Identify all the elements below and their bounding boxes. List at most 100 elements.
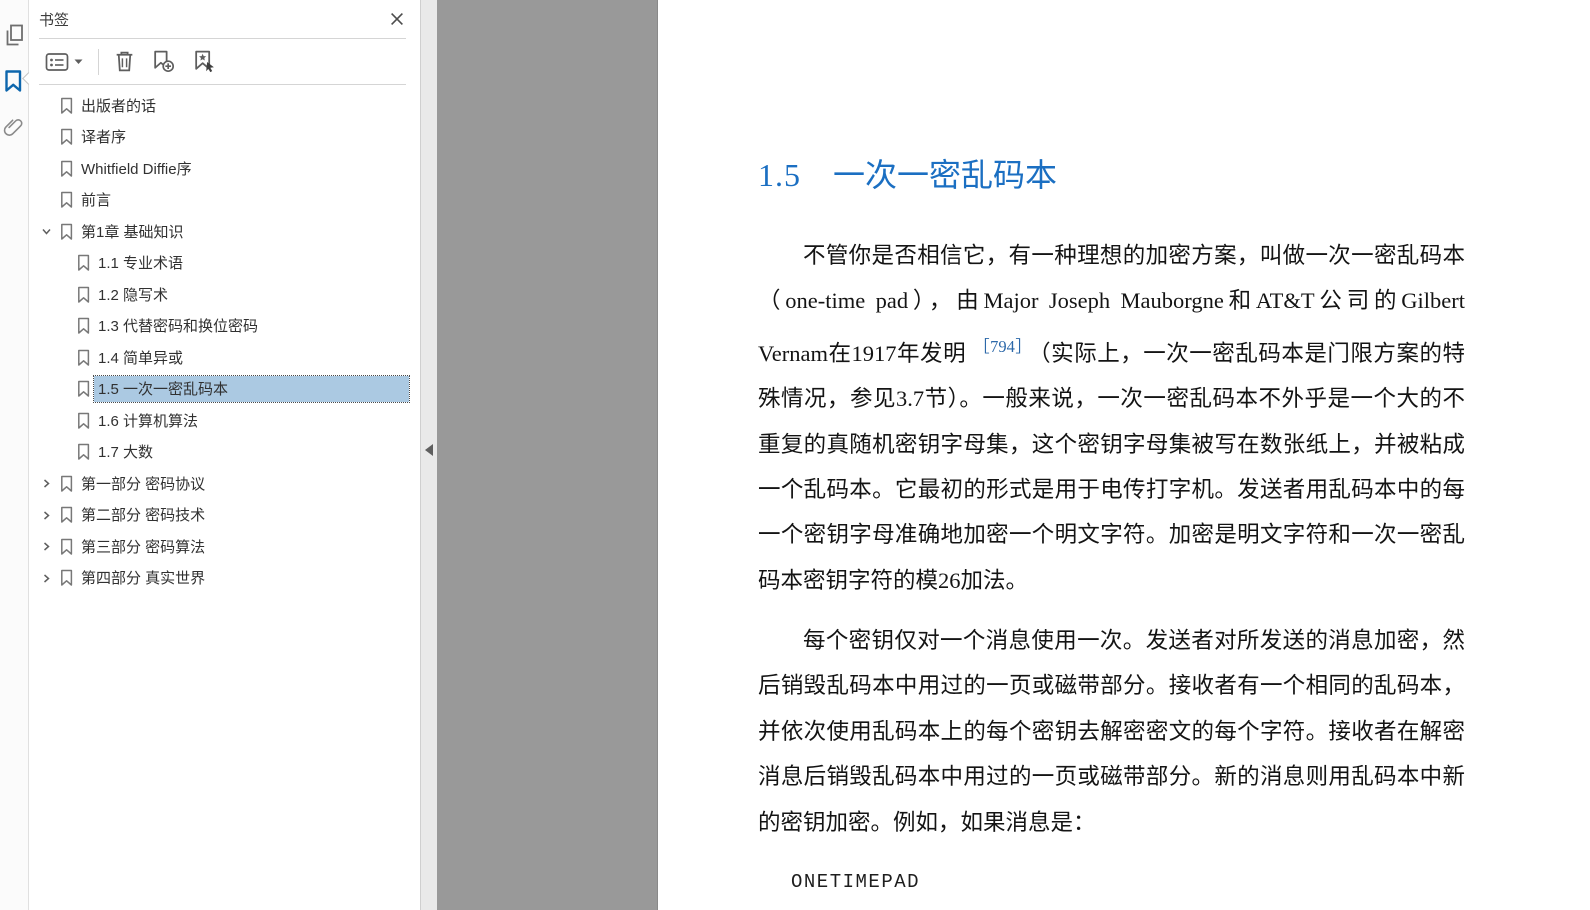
bookmark-label: 1.5 一次一密乱码本 — [98, 381, 229, 399]
chevron-right-icon[interactable] — [39, 477, 53, 491]
bookmark-icon — [76, 349, 91, 367]
collapse-panel-button[interactable] — [425, 444, 433, 456]
bookmark-item[interactable]: 第1章 基础知识 — [30, 216, 420, 248]
bookmarks-toolbar — [30, 39, 420, 84]
goto-bookmark-button[interactable] — [187, 46, 222, 77]
bookmark-item[interactable]: 第三部分 密码算法 — [30, 531, 420, 563]
bookmark-icon — [59, 160, 74, 178]
options-list-icon — [45, 52, 69, 71]
section-heading: 1.5 一次一密乱码本 — [758, 150, 1057, 196]
trash-icon — [116, 51, 133, 72]
bookmark-label: 第1章 基础知识 — [81, 223, 184, 241]
bookmark-item[interactable]: 1.1 专业术语 — [30, 248, 420, 280]
bookmark-item[interactable]: 出版者的话 — [30, 90, 420, 122]
bookmark-label: 前言 — [81, 192, 112, 210]
bookmark-icon — [76, 443, 91, 461]
bookmark-item[interactable]: 前言 — [30, 185, 420, 217]
sidebar-rail — [0, 0, 29, 910]
attachments-icon[interactable] — [0, 112, 28, 142]
chevron-right-icon[interactable] — [39, 508, 53, 522]
delete-bookmark-button[interactable] — [109, 46, 140, 77]
bookmark-icon — [76, 317, 91, 335]
toolbar-separator — [98, 48, 99, 75]
bookmarks-panel-header: 书签 — [30, 0, 420, 38]
bookmark-label: 1.3 代替密码和换位密码 — [98, 318, 259, 336]
document-area: 1.5 一次一密乱码本 不管你是否相信它，有一种理想的加密方案，叫做一次一密乱码本… — [437, 0, 1590, 910]
bookmark-item-selected[interactable]: 1.5 一次一密乱码本 — [30, 374, 420, 406]
chevron-down-icon[interactable] — [39, 225, 53, 239]
bookmark-label: 第二部分 密码技术 — [81, 507, 206, 525]
bookmark-options-button[interactable] — [40, 48, 88, 76]
bookmark-icon — [76, 254, 91, 272]
bookmark-item[interactable]: 1.2 隐写术 — [30, 279, 420, 311]
bookmark-ribbon-glyph — [5, 69, 22, 92]
close-panel-button[interactable] — [386, 8, 408, 30]
page-thumbnails-glyph — [6, 24, 23, 46]
bookmark-item[interactable]: 1.3 代替密码和换位密码 — [30, 311, 420, 343]
bookmark-label: 1.6 计算机算法 — [98, 412, 199, 430]
reference-link-794[interactable]: ［794］ — [973, 337, 1032, 356]
new-bookmark-icon — [154, 50, 175, 73]
bookmark-label: 1.7 大数 — [98, 444, 154, 462]
paragraph-2: 每个密钥仅对一个消息使用一次。发送者对所发送的消息加密，然后销毁乱码本中用过的一… — [758, 628, 1465, 835]
bookmark-item[interactable]: Whitfield Diffie序 — [30, 153, 420, 185]
bookmark-item[interactable]: 第四部分 真实世界 — [30, 563, 420, 595]
bookmark-icon — [59, 97, 74, 115]
bookmark-icon — [59, 506, 74, 524]
bookmark-item[interactable]: 译者序 — [30, 122, 420, 154]
page-thumbnails-icon[interactable] — [0, 20, 28, 50]
section-title: 一次一密乱码本 — [833, 157, 1058, 193]
pdf-reader-window: 书签 出版者的话 译者序 Whitfield Diffie序 前言 第1章 基础… — [0, 0, 1590, 910]
paragraph-1-text-continued: （实际上，一次一密乱码本是门限方案的特殊情况，参见3.7节）。一般来说，一次一密… — [758, 340, 1465, 593]
paperclip-glyph — [3, 119, 23, 136]
bookmark-icon — [76, 412, 91, 430]
bookmark-label: Whitfield Diffie序 — [81, 160, 192, 178]
bookmark-icon — [59, 475, 74, 493]
bookmark-label: 第三部分 密码算法 — [81, 538, 206, 556]
bookmark-icon — [59, 128, 74, 146]
bookmark-item[interactable]: 第一部分 密码协议 — [30, 468, 420, 500]
chevron-right-icon[interactable] — [39, 571, 53, 585]
bookmark-icon — [76, 380, 91, 398]
bookmark-icon — [59, 223, 74, 241]
bookmark-label: 1.1 专业术语 — [98, 255, 184, 273]
bookmark-item[interactable]: 1.4 简单异或 — [30, 342, 420, 374]
bookmark-label: 出版者的话 — [81, 97, 157, 115]
panel-resize-gutter[interactable] — [420, 0, 437, 910]
new-bookmark-button[interactable] — [146, 46, 181, 77]
bookmarks-tree: 出版者的话 译者序 Whitfield Diffie序 前言 第1章 基础知识 … — [30, 85, 420, 594]
bookmark-item[interactable]: 第二部分 密码技术 — [30, 500, 420, 532]
bookmark-label: 译者序 — [81, 129, 127, 147]
close-icon — [391, 13, 403, 25]
caret-down-icon — [74, 59, 83, 64]
bookmark-item[interactable]: 1.6 计算机算法 — [30, 405, 420, 437]
bookmark-label: 第一部分 密码协议 — [81, 475, 206, 493]
bookmarks-panel: 书签 出版者的话 译者序 Whitfield Diffie序 前言 第1章 基础… — [30, 0, 420, 910]
goto-bookmark-icon — [195, 50, 214, 73]
bookmark-label: 第四部分 真实世界 — [81, 570, 206, 588]
pdf-page: 1.5 一次一密乱码本 不管你是否相信它，有一种理想的加密方案，叫做一次一密乱码本… — [658, 0, 1590, 910]
example-message-code: ONETIMEPAD — [791, 871, 921, 893]
bookmark-icon — [59, 569, 74, 587]
section-number: 1.5 — [758, 157, 801, 193]
bookmark-item[interactable]: 1.7 大数 — [30, 437, 420, 469]
panel-title: 书签 — [39, 11, 70, 29]
bookmark-icon — [59, 538, 74, 556]
chevron-right-icon[interactable] — [39, 540, 53, 554]
bookmark-label: 1.2 隐写术 — [98, 286, 169, 304]
bookmark-label: 1.4 简单异或 — [98, 349, 184, 367]
bookmark-icon — [76, 286, 91, 304]
bookmark-icon — [59, 191, 74, 209]
paragraph-1: 不管你是否相信它，有一种理想的加密方案，叫做一次一密乱码本（one-time p… — [758, 233, 1465, 603]
